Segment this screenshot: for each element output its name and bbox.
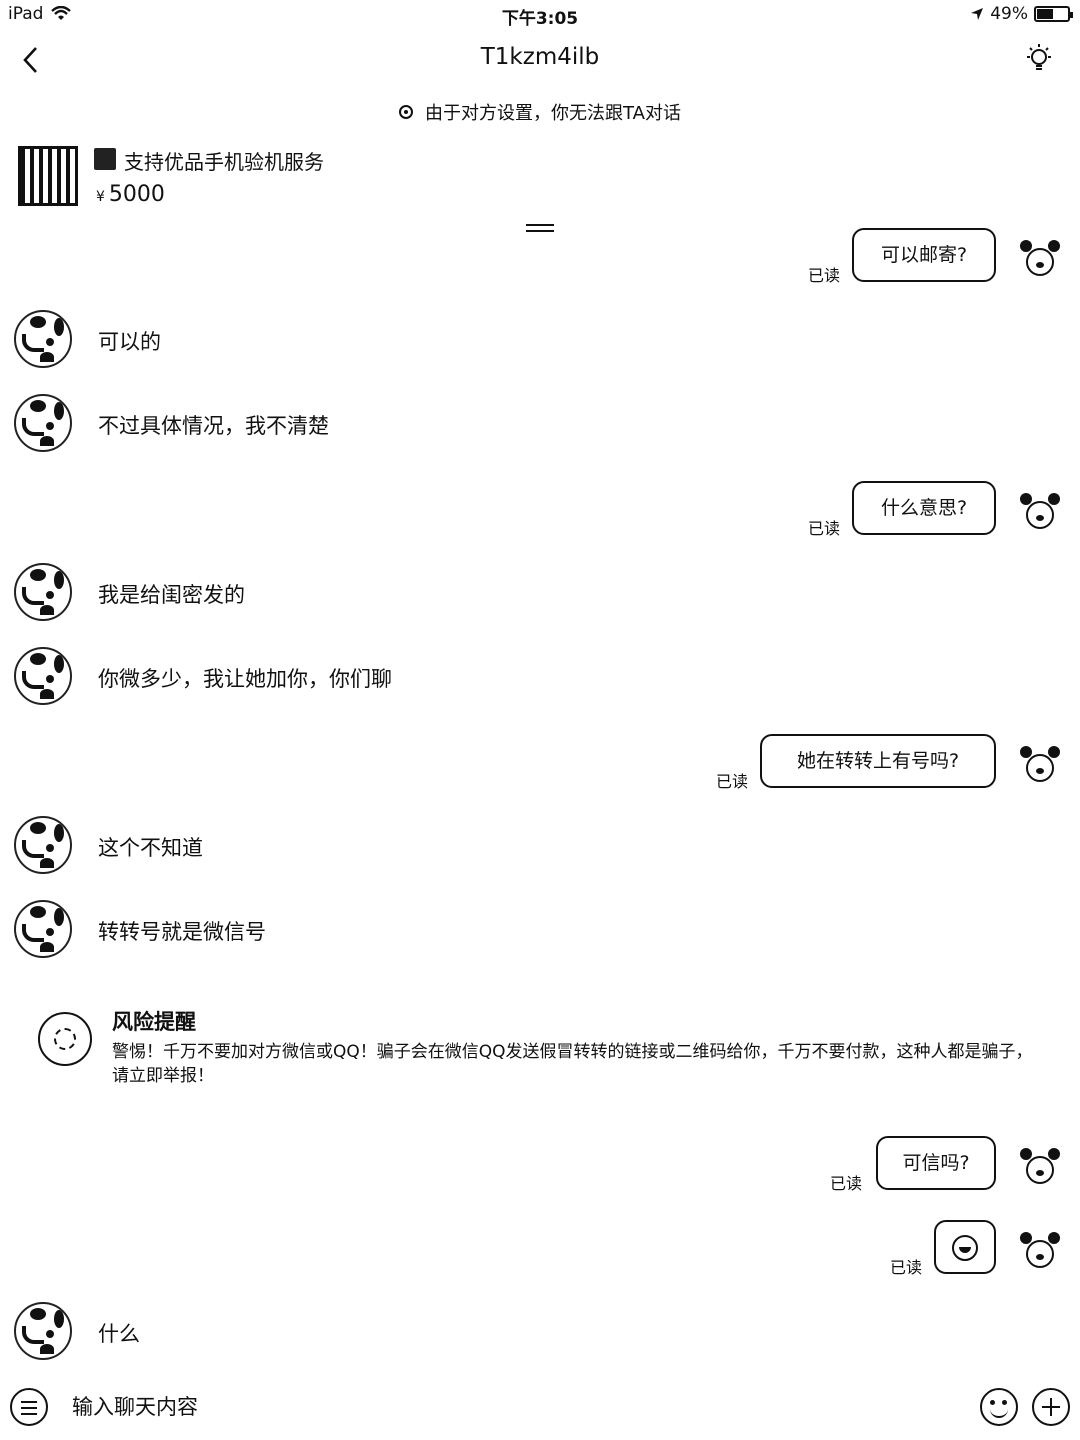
message-text[interactable]: 转转号就是微信号 <box>98 916 266 946</box>
info-icon <box>399 105 414 119</box>
message-in: 这个不知道 <box>0 816 1080 876</box>
read-receipt: 已读 <box>830 1174 863 1193</box>
message-in: 我是给闺密发的 <box>0 563 1080 623</box>
battery-fill <box>1037 9 1053 19</box>
message-in: 什么 <box>0 1302 1080 1362</box>
contact-avatar[interactable] <box>14 647 72 705</box>
location-icon <box>971 8 984 20</box>
price-value: 5000 <box>108 182 165 207</box>
message-in: 可以的 <box>0 310 1080 370</box>
notice-text: 由于对方设置，你无法跟TA对话 <box>425 103 681 124</box>
message-bubble[interactable]: 可以邮寄? <box>852 228 996 282</box>
my-avatar[interactable] <box>1020 240 1060 280</box>
menu-icon[interactable] <box>10 1388 48 1426</box>
contact-avatar[interactable] <box>14 394 72 452</box>
warning-icon <box>38 1012 92 1066</box>
emoji-icon[interactable] <box>980 1388 1018 1426</box>
message-bubble-emoji[interactable] <box>934 1220 996 1274</box>
conversation-notice: 由于对方设置，你无法跟TA对话 <box>0 99 1080 125</box>
contact-avatar[interactable] <box>14 816 72 874</box>
message-out: 已读 可以邮寄? <box>0 228 1080 288</box>
message-text[interactable]: 什么 <box>98 1318 140 1348</box>
risk-text: 警惕！千万不要加对方微信或QQ！骗子会在微信QQ发送假冒转转的链接或二维码给你，… <box>112 1042 1033 1086</box>
my-avatar[interactable] <box>1020 746 1060 786</box>
read-receipt: 已读 <box>890 1258 923 1277</box>
contact-avatar[interactable] <box>14 1302 72 1360</box>
read-receipt: 已读 <box>808 266 841 285</box>
read-receipt: 已读 <box>808 519 841 538</box>
page-title: T1kzm4ilb <box>480 44 600 70</box>
product-thumbnail[interactable] <box>18 146 78 206</box>
bulb-icon[interactable] <box>1022 42 1056 76</box>
plus-icon[interactable] <box>1032 1388 1070 1426</box>
message-text[interactable]: 可以的 <box>98 326 161 356</box>
message-text[interactable]: 这个不知道 <box>98 832 203 862</box>
message-text[interactable]: 不过具体情况，我不清楚 <box>98 410 329 440</box>
product-title: 支持优品手机验机服务 <box>124 150 324 174</box>
input-bar <box>0 1380 1080 1436</box>
contact-avatar[interactable] <box>14 900 72 958</box>
laugh-cry-emoji-icon <box>952 1234 978 1261</box>
message-text[interactable]: 你微多少，我让她加你，你们聊 <box>98 663 392 693</box>
message-out: 已读 <box>0 1220 1080 1280</box>
status-bar: iPad 下午3:05 49% <box>0 0 1080 30</box>
verified-tag-icon <box>94 148 116 170</box>
my-avatar[interactable] <box>1020 1232 1060 1272</box>
contact-avatar[interactable] <box>14 563 72 621</box>
nav-bar: T1kzm4ilb <box>0 30 1080 90</box>
message-text[interactable]: 我是给闺密发的 <box>98 579 245 609</box>
status-right: 49% <box>970 4 1073 24</box>
price-currency: ¥ <box>96 189 105 205</box>
battery-icon <box>1034 6 1073 22</box>
message-out: 已读 她在转转上有号吗? <box>0 734 1080 794</box>
message-in: 你微多少，我让她加你，你们聊 <box>0 647 1080 707</box>
message-in: 转转号就是微信号 <box>0 900 1080 960</box>
risk-title: 风险提醒 <box>112 1010 196 1034</box>
message-in: 不过具体情况，我不清楚 <box>0 394 1080 454</box>
product-price: ¥5000 <box>96 182 165 207</box>
status-time: 下午3:05 <box>501 9 579 29</box>
message-bubble[interactable]: 她在转转上有号吗? <box>760 734 996 788</box>
my-avatar[interactable] <box>1020 1148 1060 1188</box>
read-receipt: 已读 <box>716 772 749 791</box>
contact-avatar[interactable] <box>14 310 72 368</box>
message-bubble[interactable]: 可信吗? <box>876 1136 996 1190</box>
battery-percent: 49% <box>990 4 1028 24</box>
message-out: 已读 什么意思? <box>0 481 1080 541</box>
message-out: 已读 可信吗? <box>0 1136 1080 1196</box>
message-bubble[interactable]: 什么意思? <box>852 481 996 535</box>
chat-input[interactable] <box>72 1390 932 1424</box>
my-avatar[interactable] <box>1020 493 1060 533</box>
